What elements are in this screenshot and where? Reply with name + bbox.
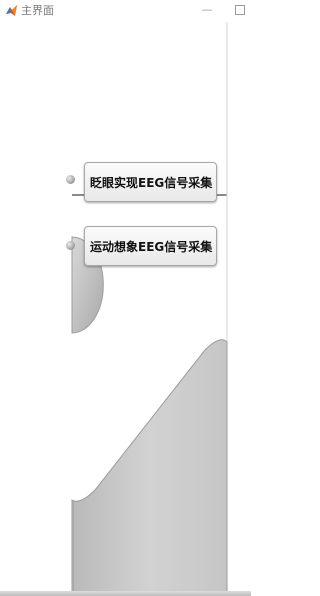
window-title: 主界面 [21, 4, 54, 17]
minimize-button[interactable]: — [196, 0, 218, 20]
motor-imagery-eeg-acquisition-button[interactable]: 运动想象EEG信号采集 [84, 226, 217, 266]
main-window: 主界面 — 眨眼实现EEG信号采集 运动想象EEG信号采集 [0, 0, 251, 596]
blink-eeg-acquisition-button[interactable]: 眨眼实现EEG信号采集 [84, 162, 217, 202]
matlab-icon [6, 5, 17, 16]
background-graphic [71, 22, 228, 596]
bullet-dot-icon [66, 241, 75, 250]
maximize-icon [235, 5, 245, 15]
bullet-dot-icon [66, 175, 75, 184]
panel-left-edge [72, 500, 74, 596]
bottom-edge [0, 591, 251, 596]
maximize-button[interactable] [229, 0, 251, 20]
diagonal-panel-shape [71, 339, 228, 596]
title-bar[interactable]: 主界面 — [0, 0, 251, 22]
